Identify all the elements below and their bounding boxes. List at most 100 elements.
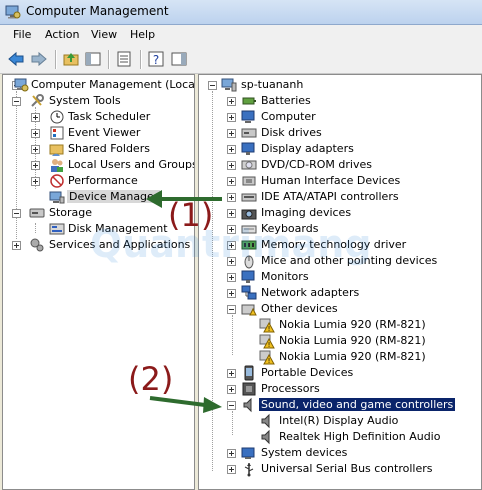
computer-icon (221, 78, 237, 92)
device-category-batteries[interactable]: Batteries (199, 93, 479, 109)
device-manager-icon (49, 191, 65, 204)
forward-icon[interactable] (30, 50, 48, 68)
monitor-icon (241, 270, 255, 283)
tree-item-task-scheduler[interactable]: Task Scheduler (3, 109, 193, 125)
performance-icon (50, 174, 64, 188)
device-category-dvd-cdrom[interactable]: DVD/CD-ROM drives (199, 157, 479, 173)
expand-toggle[interactable] (31, 177, 40, 186)
expand-toggle[interactable] (31, 129, 40, 138)
computer-management-icon (14, 78, 29, 92)
device-category-computer[interactable]: Computer (199, 109, 479, 125)
collapse-toggle[interactable] (12, 97, 21, 106)
expand-toggle[interactable] (227, 161, 236, 170)
tree-item-label: Shared Folders (68, 142, 150, 155)
collapse-toggle[interactable] (227, 401, 236, 410)
console-tree-pane[interactable]: Computer Management (Local) System Tools… (2, 74, 195, 490)
device-category-monitors[interactable]: Monitors (199, 269, 479, 285)
device-category-ide[interactable]: IDE ATA/ATAPI controllers (199, 189, 479, 205)
other-devices-icon (241, 304, 257, 316)
tree-item-local-users-groups[interactable]: Local Users and Groups (3, 157, 194, 173)
menu-action[interactable]: Action (45, 28, 79, 41)
ide-icon (241, 193, 257, 202)
monitor-icon (241, 142, 255, 155)
speaker-icon (261, 429, 270, 445)
expand-toggle[interactable] (227, 289, 236, 298)
tree-item-performance[interactable]: Performance (3, 173, 193, 189)
tree-item-shared-folders[interactable]: Shared Folders (3, 141, 193, 157)
menu-file[interactable]: File (13, 28, 31, 41)
collapse-toggle[interactable] (227, 305, 236, 314)
warning-icon: ! (259, 350, 275, 365)
expand-toggle[interactable] (12, 241, 21, 250)
battery-icon (242, 97, 256, 105)
device-category-label: Other devices (261, 302, 338, 315)
tree-item-system-tools[interactable]: System Tools (3, 93, 193, 109)
expand-toggle[interactable] (227, 113, 236, 122)
warning-icon: ! (259, 318, 275, 333)
expand-toggle[interactable] (227, 385, 236, 394)
tree-item-device-manager[interactable]: Device Manager (3, 189, 193, 205)
usb-icon (244, 463, 254, 477)
device-category-processors[interactable]: Processors (199, 381, 479, 397)
device-category-label: Batteries (261, 94, 311, 107)
device-category-disk-drives[interactable]: Disk drives (199, 125, 479, 141)
tree-item-event-viewer[interactable]: Event Viewer (3, 125, 193, 141)
device-item-intel-display-audio[interactable]: Intel(R) Display Audio (199, 413, 479, 429)
device-category-label: DVD/CD-ROM drives (261, 158, 372, 171)
expand-toggle[interactable] (31, 113, 40, 122)
tree-item-storage[interactable]: Storage (3, 205, 193, 221)
device-category-other-devices[interactable]: Other devices (199, 301, 479, 317)
properties-icon[interactable] (115, 50, 133, 68)
disk-icon (49, 223, 65, 235)
expand-toggle[interactable] (227, 465, 236, 474)
window-title: Computer Management (26, 4, 169, 18)
warning-icon: ! (259, 334, 275, 349)
device-category-imaging[interactable]: Imaging devices (199, 205, 479, 221)
expand-toggle[interactable] (227, 369, 236, 378)
expand-toggle[interactable] (227, 193, 236, 202)
expand-toggle[interactable] (227, 209, 236, 218)
device-category-portable[interactable]: Portable Devices (199, 365, 479, 381)
expand-toggle[interactable] (31, 145, 40, 154)
device-tree-root[interactable]: sp-tuananh (199, 77, 479, 93)
expand-toggle[interactable] (227, 97, 236, 106)
device-tree-pane[interactable]: sp-tuananh Batteries Computer Disk drive… (198, 74, 482, 490)
callout-1: (1) (168, 196, 214, 234)
expand-toggle[interactable] (227, 145, 236, 154)
device-category-hid[interactable]: Human Interface Devices (199, 173, 479, 189)
show-hide-action-pane-icon[interactable] (170, 50, 188, 68)
back-icon[interactable] (7, 50, 25, 68)
show-hide-tree-icon[interactable] (84, 50, 102, 68)
device-category-label: Processors (261, 382, 320, 395)
device-item-nokia-lumia[interactable]: ! Nokia Lumia 920 (RM-821) (199, 333, 479, 349)
help-icon[interactable]: ? (147, 50, 165, 68)
device-category-label: System devices (261, 446, 348, 459)
device-item-nokia-lumia[interactable]: ! Nokia Lumia 920 (RM-821) (199, 317, 479, 333)
device-category-network[interactable]: Network adapters (199, 285, 479, 301)
expand-toggle[interactable] (227, 273, 236, 282)
menu-view[interactable]: View (91, 28, 117, 41)
expand-toggle[interactable] (227, 177, 236, 186)
device-category-system-devices[interactable]: System devices (199, 445, 479, 461)
expand-toggle[interactable] (31, 161, 40, 170)
device-category-sound-video-game[interactable]: Sound, video and game controllers (199, 397, 479, 413)
tree-item-computer-management[interactable]: Computer Management (Local) (3, 77, 194, 93)
expand-toggle[interactable] (227, 449, 236, 458)
up-folder-icon[interactable] (62, 50, 80, 68)
users-icon (51, 159, 63, 172)
menu-help[interactable]: Help (130, 28, 155, 41)
services-icon (30, 238, 44, 252)
svg-text:!: ! (268, 357, 271, 365)
device-item-realtek-audio[interactable]: Realtek High Definition Audio (199, 429, 479, 445)
device-item-nokia-lumia[interactable]: ! Nokia Lumia 920 (RM-821) (199, 349, 479, 365)
speaker-icon (243, 397, 252, 413)
device-category-usb[interactable]: Universal Serial Bus controllers (199, 461, 479, 477)
device-category-label: Portable Devices (261, 366, 354, 379)
svg-text:?: ? (153, 53, 159, 67)
device-category-display-adapters[interactable]: Display adapters (199, 141, 479, 157)
storage-icon (29, 208, 45, 218)
collapse-toggle[interactable] (208, 81, 217, 90)
expand-toggle[interactable] (227, 129, 236, 138)
toolbar-separator (108, 50, 110, 69)
collapse-toggle[interactable] (12, 209, 21, 218)
